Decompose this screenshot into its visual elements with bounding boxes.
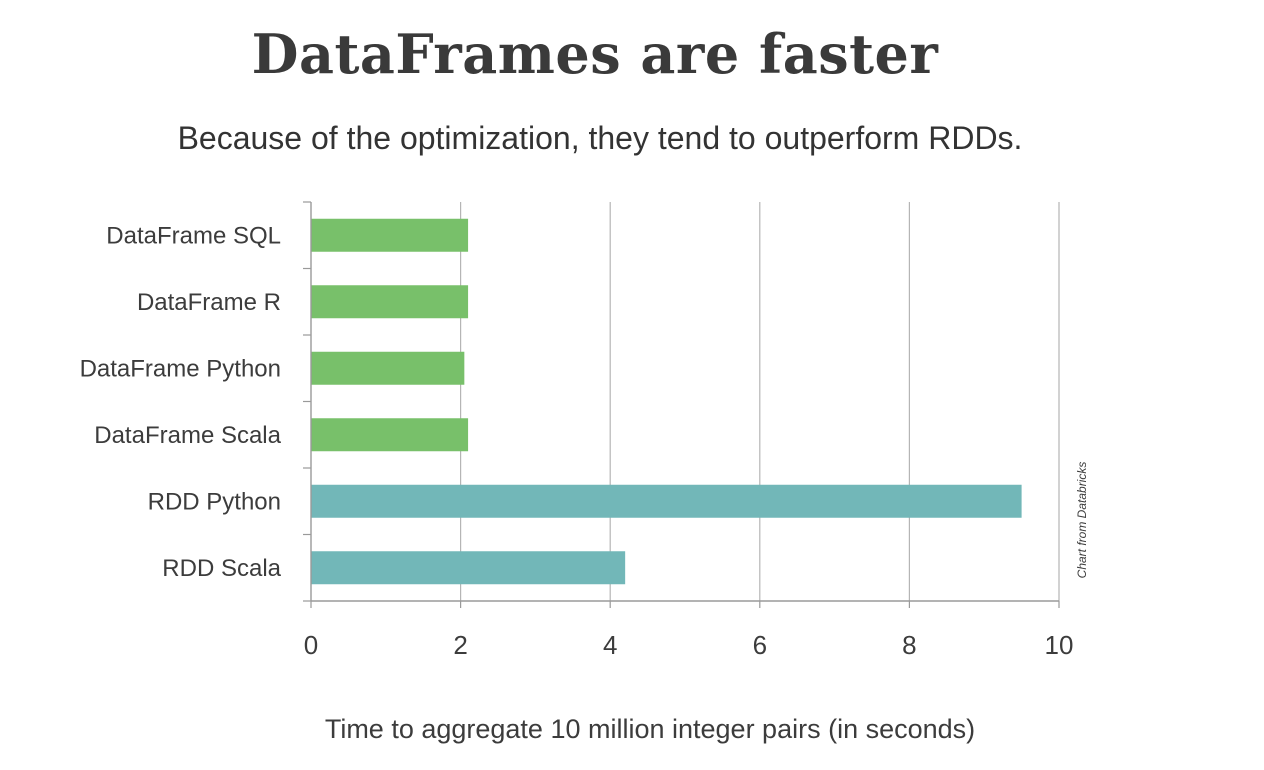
category-label: DataFrame R	[137, 289, 281, 316]
chart-credit: Chart from Databricks	[1075, 462, 1089, 579]
x-axis-label: Time to aggregate 10 million integer pai…	[325, 714, 975, 744]
axes	[303, 201, 1060, 608]
bars	[311, 218, 1022, 585]
category-label: DataFrame Python	[80, 355, 281, 382]
bar-chart: DataFrame SQL DataFrame R DataFrame Python…	[80, 201, 1089, 744]
x-tick-labels: 0 2 4 6 8 10	[304, 630, 1074, 660]
bar-rdd-scala	[311, 551, 626, 585]
bar-rdd-python	[311, 484, 1022, 518]
x-tick-label: 6	[753, 630, 767, 660]
category-label: DataFrame SQL	[106, 222, 281, 249]
bar-dataframe-scala	[311, 418, 469, 452]
bar-dataframe-sql	[311, 218, 469, 252]
x-tick-label: 8	[902, 630, 916, 660]
category-label: DataFrame Scala	[94, 422, 281, 449]
category-label: RDD Python	[148, 488, 281, 515]
x-tick-label: 10	[1045, 630, 1074, 660]
category-label: RDD Scala	[162, 555, 281, 582]
slide: DataFrames are faster Because of the opt…	[0, 0, 1264, 770]
x-tick-label: 0	[304, 630, 318, 660]
x-tick-label: 2	[453, 630, 467, 660]
x-tick-label: 4	[603, 630, 617, 660]
category-labels: DataFrame SQL DataFrame R DataFrame Python…	[80, 222, 282, 582]
grid-lines	[460, 202, 1060, 601]
bar-dataframe-python	[311, 351, 465, 385]
bar-dataframe-r	[311, 285, 469, 319]
